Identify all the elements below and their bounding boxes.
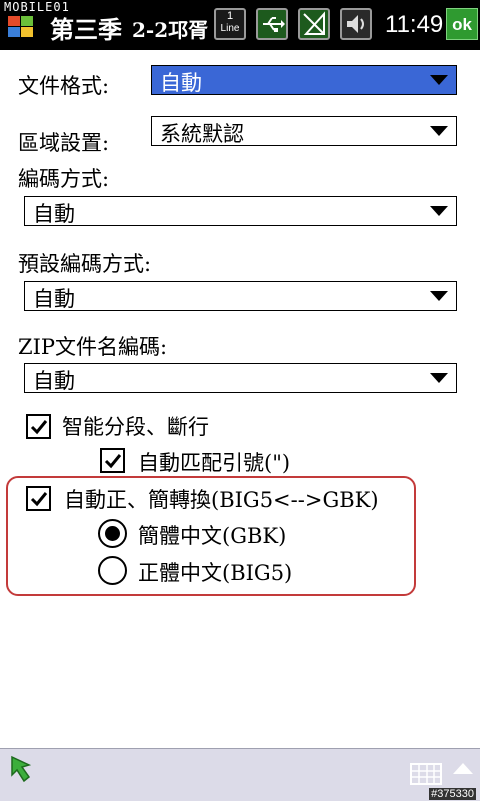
- file-format-value: 自動: [160, 71, 202, 95]
- encoding-value: 自動: [33, 202, 75, 226]
- app-title: 第三季: [50, 15, 122, 44]
- simplified-chinese-label: 簡體中文(GBK): [138, 524, 287, 548]
- default-encoding-label: 預設編碼方式:: [18, 252, 152, 276]
- chevron-up-icon[interactable]: [452, 761, 474, 775]
- chevron-down-icon: [430, 373, 448, 383]
- line-label: Line: [220, 23, 240, 34]
- checkmark-icon: [30, 420, 48, 435]
- line-count: 1: [226, 10, 234, 22]
- auto-quotes-checkbox[interactable]: [100, 448, 125, 473]
- volume-icon[interactable]: [340, 8, 372, 40]
- region-value: 系統默認: [160, 122, 244, 146]
- default-encoding-value: 自動: [33, 287, 75, 311]
- chevron-down-icon: [430, 291, 448, 301]
- zip-encoding-select[interactable]: 自動: [24, 363, 457, 393]
- traditional-chinese-radio[interactable]: [98, 556, 127, 585]
- line-notification-icon[interactable]: 1 Line: [214, 8, 246, 40]
- chevron-down-icon: [430, 206, 448, 216]
- encoding-label: 編碼方式:: [18, 167, 110, 191]
- bottom-bar: #375330: [0, 748, 480, 801]
- back-arrow-icon[interactable]: [8, 755, 38, 787]
- usb-icon[interactable]: [256, 8, 288, 40]
- keyboard-icon[interactable]: [410, 763, 442, 785]
- ok-button[interactable]: ok: [446, 8, 478, 40]
- auto-quotes-label: 自動匹配引號("): [138, 451, 291, 475]
- region-select[interactable]: 系統默認: [151, 116, 457, 146]
- auto-convert-label: 自動正、簡轉換(BIG5<-->GBK): [64, 488, 379, 512]
- zip-encoding-value: 自動: [33, 369, 75, 393]
- watermark: #375330: [429, 788, 476, 800]
- signal-icon[interactable]: [298, 8, 330, 40]
- chevron-down-icon: [430, 75, 448, 85]
- zip-encoding-label: ZIP文件名編碼:: [18, 335, 168, 359]
- encoding-select[interactable]: 自動: [24, 196, 457, 226]
- auto-convert-checkbox[interactable]: [26, 486, 51, 511]
- status-bar: MOBILE01 第三季 2-2邛胥 1 Line 11:49 ok: [0, 0, 480, 50]
- chevron-down-icon: [430, 126, 448, 136]
- checkmark-icon: [30, 492, 48, 507]
- traditional-chinese-label: 正體中文(BIG5): [138, 561, 293, 585]
- smart-paragraph-checkbox[interactable]: [26, 414, 51, 439]
- default-encoding-select[interactable]: 自動: [24, 281, 457, 311]
- file-format-select[interactable]: 自動: [151, 65, 457, 95]
- start-menu-icon[interactable]: [6, 6, 36, 38]
- region-label: 區域設置:: [18, 131, 110, 155]
- smart-paragraph-label: 智能分段、斷行: [62, 415, 209, 439]
- clock: 11:49: [385, 11, 444, 38]
- simplified-chinese-radio[interactable]: [98, 519, 127, 548]
- app-subtitle: 2-2邛胥: [132, 18, 209, 42]
- radio-dot: [105, 526, 120, 541]
- checkmark-icon: [104, 454, 122, 469]
- file-format-label: 文件格式:: [18, 74, 110, 98]
